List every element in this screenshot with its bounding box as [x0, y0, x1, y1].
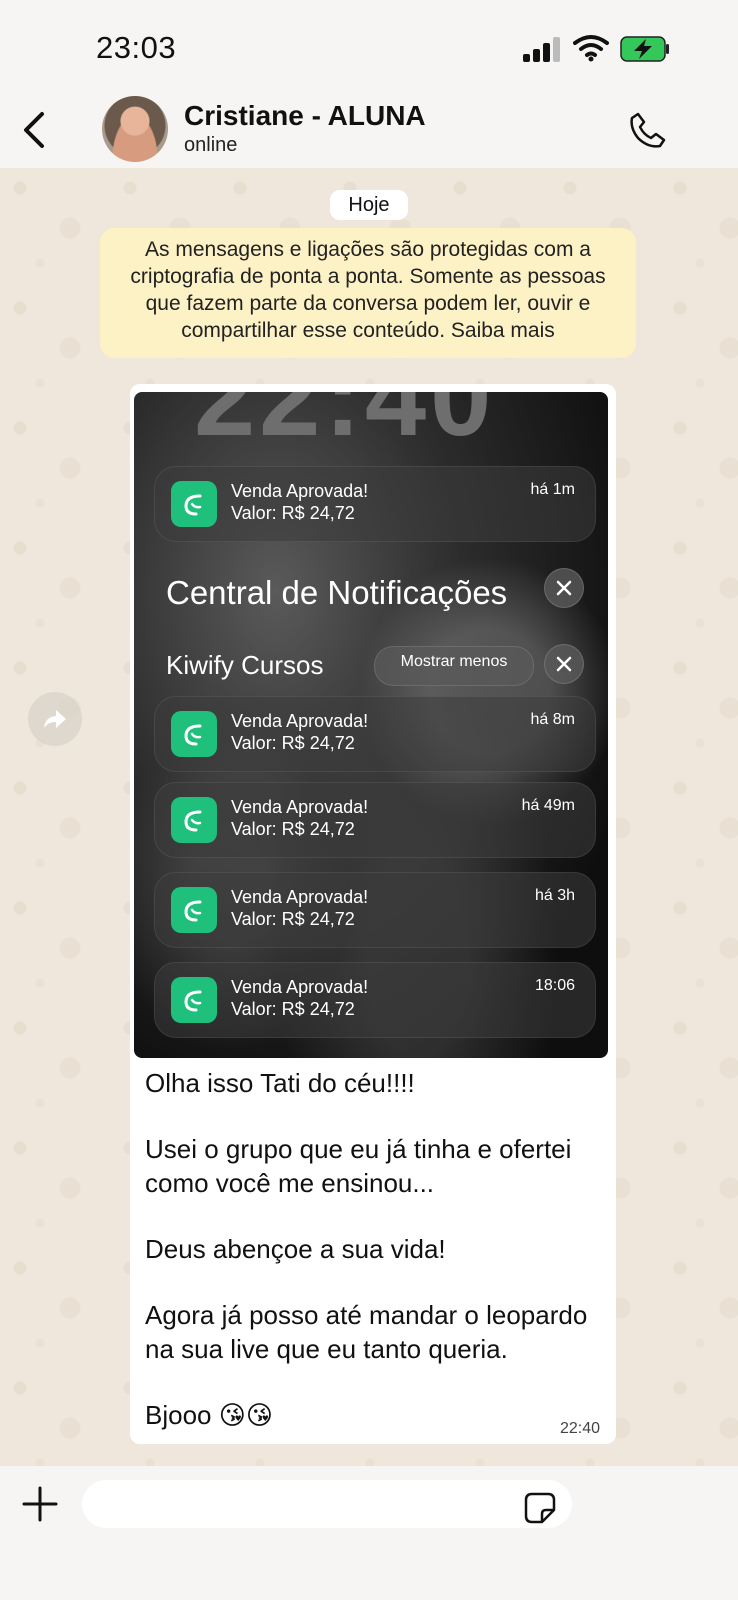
kiwify-app-icon	[171, 887, 217, 933]
close-notifications-button	[544, 568, 584, 608]
close-group-button	[544, 644, 584, 684]
notification-title: Venda Aprovada!	[231, 711, 369, 731]
message-line: Agora já posso até mandar o leopardo na …	[145, 1300, 588, 1364]
back-chevron-icon[interactable]	[18, 110, 52, 150]
status-time: 23:03	[96, 30, 177, 65]
notification-card: Venda Aprovada! Valor: R$ 24,72 18:06	[154, 962, 596, 1038]
wifi-icon	[573, 35, 609, 62]
notification-screenshot-image[interactable]: 22:40 Venda Aprovada! Valor: R$ 24,72 há…	[134, 392, 608, 1058]
notification-value: Valor: R$ 24,72	[231, 733, 355, 753]
message-line-with-emoji: Bjooo 😘😘	[145, 1398, 595, 1432]
contact-name[interactable]: Cristiane - ALUNA	[184, 100, 426, 132]
forward-button[interactable]	[28, 692, 82, 746]
status-bar: 23:03	[0, 0, 738, 90]
notification-value: Valor: R$ 24,72	[231, 909, 355, 929]
phone-call-icon[interactable]	[628, 110, 668, 150]
kiwify-app-icon	[171, 797, 217, 843]
notification-time: há 3h	[534, 887, 575, 904]
notification-card: Venda Aprovada! Valor: R$ 24,72 há 1m	[154, 466, 596, 542]
notification-card: Venda Aprovada! Valor: R$ 24,72 há 8m	[154, 696, 596, 772]
incoming-message-bubble[interactable]: 22:40 Venda Aprovada! Valor: R$ 24,72 há…	[130, 384, 616, 1444]
encryption-notice[interactable]: As mensagens e ligações são protegidas c…	[100, 228, 636, 358]
lockscreen-clock: 22:40	[194, 392, 496, 459]
message-time: 22:40	[559, 1420, 600, 1437]
kiwify-app-icon	[171, 481, 217, 527]
notification-group-title: Kiwify Cursos	[166, 650, 324, 680]
date-separator: Hoje	[330, 190, 408, 220]
notification-value: Valor: R$ 24,72	[231, 503, 355, 523]
sticker-icon[interactable]	[524, 1492, 556, 1524]
close-icon	[556, 656, 572, 672]
close-icon	[556, 580, 572, 596]
message-line: Usei o grupo que eu já tinha e ofertei c…	[145, 1134, 572, 1198]
kiwify-app-icon	[171, 711, 217, 757]
notification-value: Valor: R$ 24,72	[231, 819, 355, 839]
notification-time: há 8m	[530, 711, 575, 728]
chat-header: Cristiane - ALUNA online	[0, 90, 738, 168]
contact-status: online	[184, 134, 238, 156]
contact-avatar[interactable]	[102, 96, 168, 162]
message-line: Deus abençoe a sua vida!	[145, 1234, 446, 1264]
message-line: Bjooo	[145, 1400, 212, 1430]
notification-title: Venda Aprovada!	[231, 887, 369, 907]
notification-title: Venda Aprovada!	[231, 797, 369, 817]
kiss-emoji: 😘😘	[218, 1400, 273, 1430]
notification-card: Venda Aprovada! Valor: R$ 24,72 há 49m	[154, 782, 596, 858]
notification-title: Venda Aprovada!	[231, 977, 369, 997]
notification-title: Venda Aprovada!	[231, 481, 369, 501]
kiwify-app-icon	[171, 977, 217, 1023]
plus-icon[interactable]	[22, 1486, 58, 1522]
notification-time: 18:06	[534, 977, 575, 994]
show-less-button: Mostrar menos	[374, 646, 534, 686]
notification-value: Valor: R$ 24,72	[231, 999, 355, 1019]
notification-time: há 49m	[521, 797, 575, 814]
message-line: Olha isso Tati do céu!!!!	[145, 1068, 415, 1098]
notification-card: Venda Aprovada! Valor: R$ 24,72 há 3h	[154, 872, 596, 948]
message-input[interactable]	[82, 1480, 572, 1528]
battery-charging-icon	[620, 36, 669, 62]
notification-center-title: Central de Notificações	[166, 574, 508, 611]
forward-icon	[44, 710, 66, 728]
message-input-bar	[0, 1466, 738, 1600]
notification-time: há 1m	[530, 481, 575, 498]
cellular-signal-icon	[523, 36, 563, 62]
message-text: Olha isso Tati do céu!!!! Usei o grupo q…	[145, 1066, 595, 1432]
